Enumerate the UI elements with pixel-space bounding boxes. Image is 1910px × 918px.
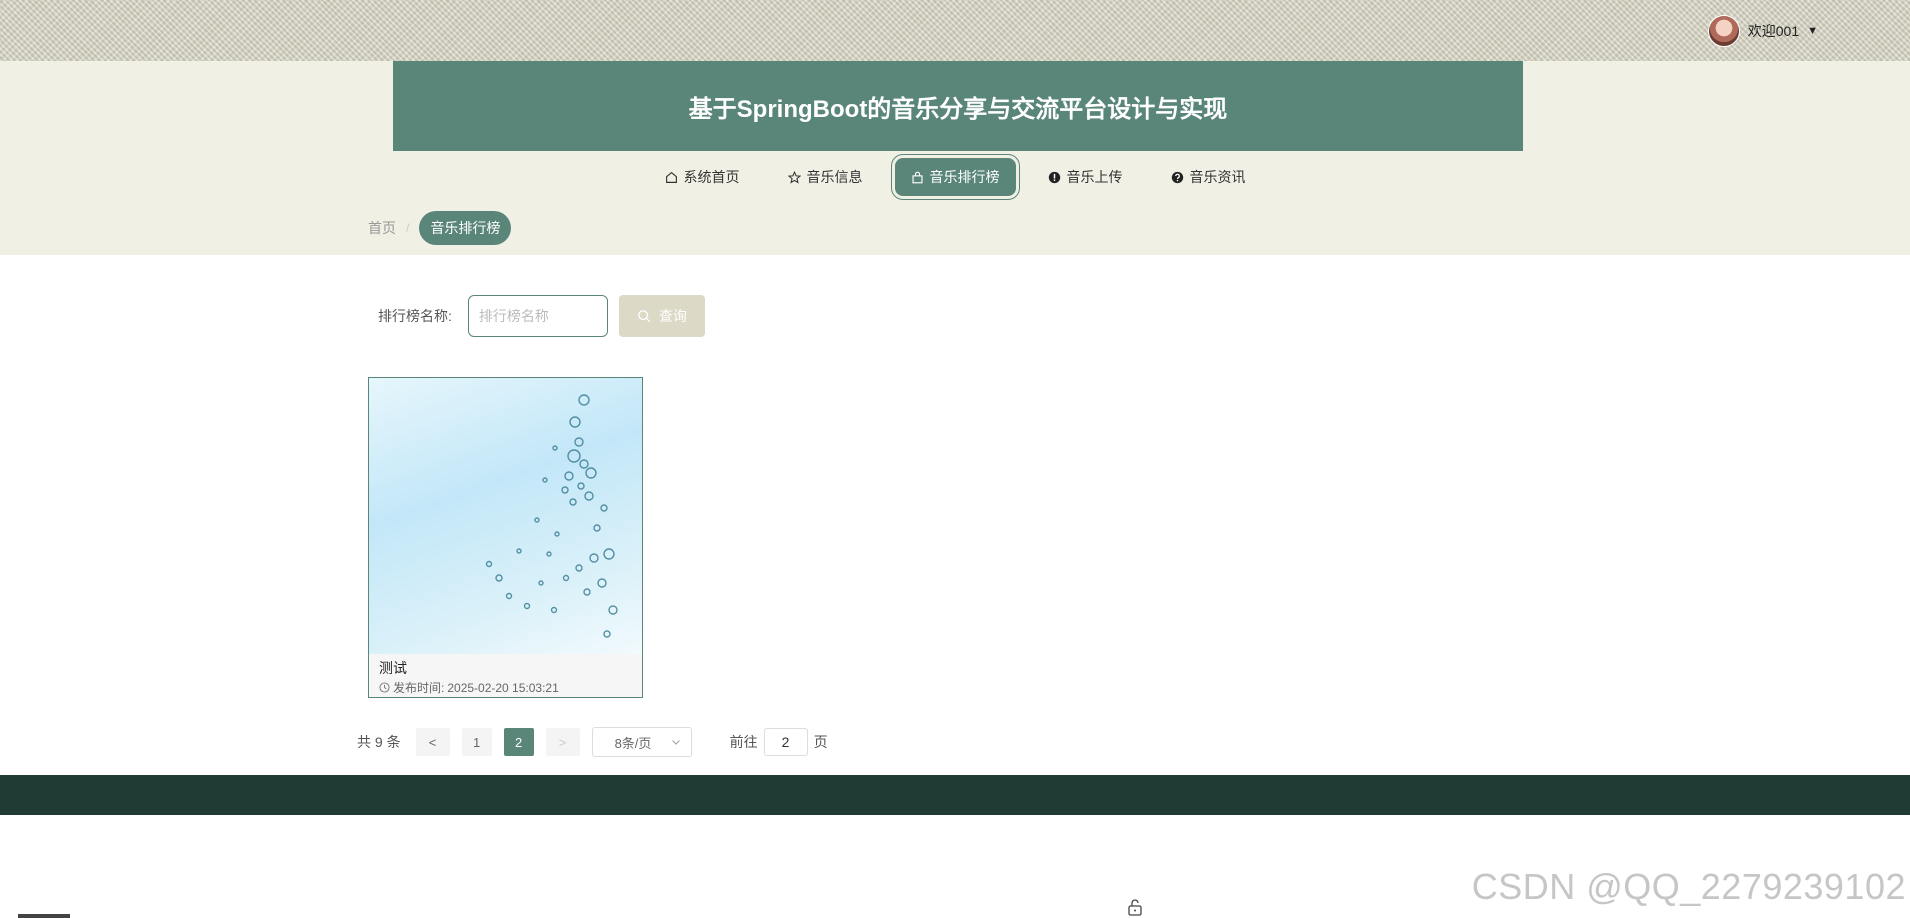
search-input[interactable] <box>467 295 608 337</box>
search-bar: 排行榜名称: 查询 <box>378 295 705 337</box>
water-bubbles-image <box>485 394 618 638</box>
welcome-text[interactable]: 欢迎001 <box>1748 21 1799 41</box>
breadcrumb-current: 音乐排行榜 <box>419 211 512 245</box>
search-button-label: 查询 <box>658 308 687 324</box>
search-button[interactable]: 查询 <box>618 295 705 337</box>
nav-item-label: 音乐上传 <box>1066 169 1123 185</box>
question-icon <box>1171 171 1183 183</box>
nav-item-label: 音乐资讯 <box>1189 169 1246 185</box>
main-nav: 系统首页 音乐信息 音乐排行榜 音乐上传 音乐资讯 <box>0 154 1910 200</box>
clock-icon <box>379 682 390 693</box>
bag-icon <box>911 171 923 183</box>
home-icon <box>665 171 677 183</box>
goto-page-input[interactable] <box>763 728 808 756</box>
breadcrumb: 首页 / 音乐排行榜 <box>368 211 512 245</box>
user-menu[interactable]: 欢迎001 ▼ <box>1707 14 1818 48</box>
pagination-prev-button[interactable]: < <box>415 728 450 756</box>
search-icon <box>637 310 651 323</box>
card-time: 2025-02-20 15:03:21 <box>447 680 559 695</box>
star-icon <box>787 170 801 184</box>
watermark: CSDN @QQ_2279239102 <box>1471 866 1906 907</box>
nav-item-music-chart[interactable]: 音乐排行榜 <box>890 154 1020 200</box>
card-meta: 发布时间: 2025-02-20 15:03:21 <box>379 679 559 696</box>
card-meta-label: 发布时间: <box>393 681 445 695</box>
footer <box>0 775 1910 815</box>
nav-item-label: 音乐排行榜 <box>929 169 1000 185</box>
chevron-down-icon <box>671 740 680 745</box>
pagination-page-2[interactable]: 2 <box>503 728 534 756</box>
card-image[interactable] <box>369 378 642 654</box>
nav-item-music-news[interactable]: 音乐资讯 <box>1155 158 1262 196</box>
top-bar: 欢迎001 ▼ <box>0 0 1910 61</box>
pagination-next-button[interactable]: > <box>545 728 580 756</box>
bottom-strip <box>18 914 70 918</box>
title-banner: 基于SpringBoot的音乐分享与交流平台设计与实现 <box>393 61 1523 151</box>
header-band: 基于SpringBoot的音乐分享与交流平台设计与实现 系统首页 音乐信息 音乐… <box>0 61 1910 255</box>
page-size-select[interactable]: 8条/页 <box>591 727 692 757</box>
breadcrumb-home[interactable]: 首页 <box>368 218 396 238</box>
nav-item-label: 系统首页 <box>683 169 740 185</box>
page-size-value: 8条/页 <box>614 735 652 751</box>
goto-suffix: 页 <box>813 734 828 750</box>
pagination-page-1[interactable]: 1 <box>461 728 492 756</box>
goto-label: 前往 <box>729 734 758 750</box>
chart-card[interactable]: 测试 发布时间: 2025-02-20 15:03:21 <box>368 377 643 698</box>
unlock-icon[interactable] <box>1127 898 1143 916</box>
nav-item-music-info[interactable]: 音乐信息 <box>772 158 879 196</box>
card-title[interactable]: 测试 <box>379 658 407 678</box>
pagination: 共 9 条 < 1 2 > 8条/页 前往 页 <box>357 727 828 757</box>
caret-down-icon[interactable]: ▼ <box>1807 25 1818 37</box>
search-label: 排行榜名称: <box>378 308 452 324</box>
breadcrumb-separator: / <box>406 221 410 235</box>
alert-icon <box>1048 171 1060 183</box>
nav-item-label: 音乐信息 <box>806 169 863 185</box>
pagination-total: 共 9 条 <box>357 734 401 750</box>
nav-item-music-upload[interactable]: 音乐上传 <box>1032 158 1139 196</box>
page-title: 基于SpringBoot的音乐分享与交流平台设计与实现 <box>688 95 1228 123</box>
avatar[interactable] <box>1707 15 1740 47</box>
nav-item-home[interactable]: 系统首页 <box>649 158 756 196</box>
